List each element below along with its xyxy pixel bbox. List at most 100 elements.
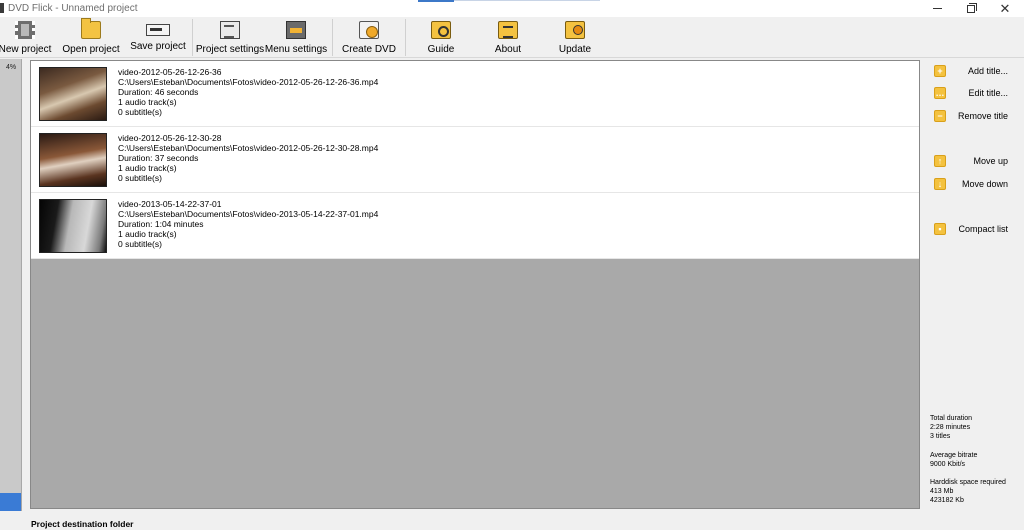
title-bar: DVD Flick - Unnamed project ✕	[0, 0, 1024, 17]
title-bar-highlight	[454, 0, 600, 1]
disc-capacity-fill	[0, 492, 21, 511]
disk-space-mb: 413 Mb	[930, 488, 954, 495]
about-label: About	[494, 44, 522, 55]
title-thumbnail	[39, 199, 107, 253]
move-down-label: Move down	[961, 179, 1008, 189]
save-icon	[146, 24, 170, 36]
project-settings-label: Project settings	[195, 44, 265, 55]
destination-folder-label: Project destination folder	[31, 519, 134, 529]
title-list-area[interactable]: video-2012-05-26-12-26-36 C:\Users\Esteb…	[30, 60, 920, 509]
close-button[interactable]: ✕	[988, 0, 1022, 17]
remove-icon	[934, 110, 946, 122]
close-icon: ✕	[999, 1, 1011, 16]
folder-icon	[81, 18, 101, 39]
toolbar-separator	[405, 19, 406, 56]
title-subtitles: 0 subtitle(s)	[118, 107, 162, 117]
settings-icon	[220, 21, 240, 39]
new-project-button[interactable]: New project	[0, 17, 52, 58]
disc-capacity-bar: 4%	[0, 59, 22, 511]
project-settings-button[interactable]: Project settings	[195, 17, 265, 58]
title-info: video-2012-05-26-12-26-36 C:\Users\Esteb…	[118, 67, 378, 117]
title-row[interactable]: video-2012-05-26-12-26-36 C:\Users\Esteb…	[31, 61, 919, 127]
arrow-down-icon	[934, 178, 946, 190]
menu-settings-label: Menu settings	[264, 44, 328, 55]
disk-space-kb: 423182 Kb	[930, 497, 964, 504]
title-path: C:\Users\Esteban\Documents\Fotos\video-2…	[118, 143, 379, 153]
update-icon	[565, 21, 585, 39]
remove-title-button[interactable]: Remove title	[920, 108, 1024, 124]
edit-icon	[934, 87, 946, 99]
restore-icon	[967, 2, 977, 13]
create-dvd-label: Create DVD	[342, 44, 396, 55]
update-button[interactable]: Update	[555, 17, 595, 58]
edit-title-button[interactable]: Edit title...	[920, 85, 1024, 101]
about-icon	[498, 21, 518, 39]
title-audio: 1 audio track(s)	[118, 97, 177, 107]
about-button[interactable]: About	[488, 17, 528, 58]
title-path: C:\Users\Esteban\Documents\Fotos\video-2…	[118, 209, 379, 219]
create-dvd-button[interactable]: Create DVD	[342, 17, 396, 58]
minimize-button[interactable]	[920, 0, 954, 17]
bitrate-value: 9000 Kbit/s	[930, 461, 966, 468]
open-project-button[interactable]: Open project	[61, 17, 121, 58]
menu-settings-button[interactable]: Menu settings	[265, 17, 327, 58]
title-info: video-2012-05-26-12-30-28 C:\Users\Esteb…	[118, 133, 378, 183]
remove-title-label: Remove title	[957, 111, 1008, 121]
add-title-button[interactable]: Add title...	[920, 63, 1024, 79]
title-list: video-2012-05-26-12-26-36 C:\Users\Esteb…	[31, 61, 919, 259]
add-title-label: Add title...	[967, 66, 1008, 76]
disk-space-label: Harddisk space required	[930, 479, 1006, 486]
bitrate-label: Average bitrate	[930, 452, 978, 459]
compact-list-label: Compact list	[958, 224, 1008, 234]
dvd-icon	[359, 21, 379, 39]
title-row[interactable]: video-2012-05-26-12-30-28 C:\Users\Esteb…	[31, 127, 919, 193]
window-title: DVD Flick - Unnamed project	[8, 3, 138, 14]
save-project-button[interactable]: Save project	[130, 17, 186, 58]
film-icon	[15, 21, 35, 39]
guide-button[interactable]: Guide	[421, 17, 461, 58]
title-name: video-2013-05-14-22-37-01	[118, 199, 222, 209]
title-audio: 1 audio track(s)	[118, 163, 177, 173]
title-duration: Duration: 37 seconds	[118, 153, 199, 163]
destination-bar: Project destination folder	[0, 511, 1024, 530]
title-bar-accent	[418, 0, 454, 2]
toolbar-separator	[192, 19, 193, 56]
restore-button[interactable]	[954, 0, 988, 17]
toolbar: New project Open project Save project Pr…	[0, 17, 1024, 58]
title-audio: 1 audio track(s)	[118, 229, 177, 239]
guide-icon	[431, 21, 451, 39]
compact-list-button[interactable]: Compact list	[920, 221, 1024, 237]
new-project-label: New project	[0, 44, 52, 55]
title-row[interactable]: video-2013-05-14-22-37-01 C:\Users\Esteb…	[31, 193, 919, 259]
open-project-label: Open project	[62, 44, 120, 55]
edit-title-label: Edit title...	[968, 88, 1008, 98]
disk-space-stats: Harddisk space required 413 Mb 423182 Kb	[930, 478, 1006, 505]
duration-stats: Total duration 2:28 minutes 3 titles	[930, 414, 972, 441]
menu-icon	[286, 21, 306, 39]
minimize-icon	[932, 8, 942, 9]
title-thumbnail	[39, 67, 107, 121]
title-subtitles: 0 subtitle(s)	[118, 173, 162, 183]
total-duration-value: 2:28 minutes	[930, 424, 971, 431]
title-info: video-2013-05-14-22-37-01 C:\Users\Esteb…	[118, 199, 378, 249]
title-actions-panel: Add title... Edit title... Remove title …	[920, 59, 1024, 511]
bitrate-stats: Average bitrate 9000 Kbit/s	[930, 451, 977, 469]
move-down-button[interactable]: Move down	[920, 176, 1024, 192]
move-up-button[interactable]: Move up	[920, 153, 1024, 169]
compact-list-icon	[934, 223, 946, 235]
app-icon	[0, 3, 4, 13]
move-up-label: Move up	[973, 156, 1008, 166]
title-name: video-2012-05-26-12-26-36	[118, 67, 222, 77]
title-duration: Duration: 46 seconds	[118, 87, 199, 97]
total-duration-label: Total duration	[930, 415, 973, 422]
guide-label: Guide	[427, 44, 455, 55]
title-path: C:\Users\Esteban\Documents\Fotos\video-2…	[118, 77, 379, 87]
update-label: Update	[558, 44, 592, 55]
title-name: video-2012-05-26-12-30-28	[118, 133, 222, 143]
save-project-label: Save project	[130, 41, 186, 52]
add-icon	[934, 65, 946, 77]
title-subtitles: 0 subtitle(s)	[118, 239, 162, 249]
title-duration: Duration: 1:04 minutes	[118, 219, 204, 229]
arrow-up-icon	[934, 155, 946, 167]
title-thumbnail	[39, 133, 107, 187]
